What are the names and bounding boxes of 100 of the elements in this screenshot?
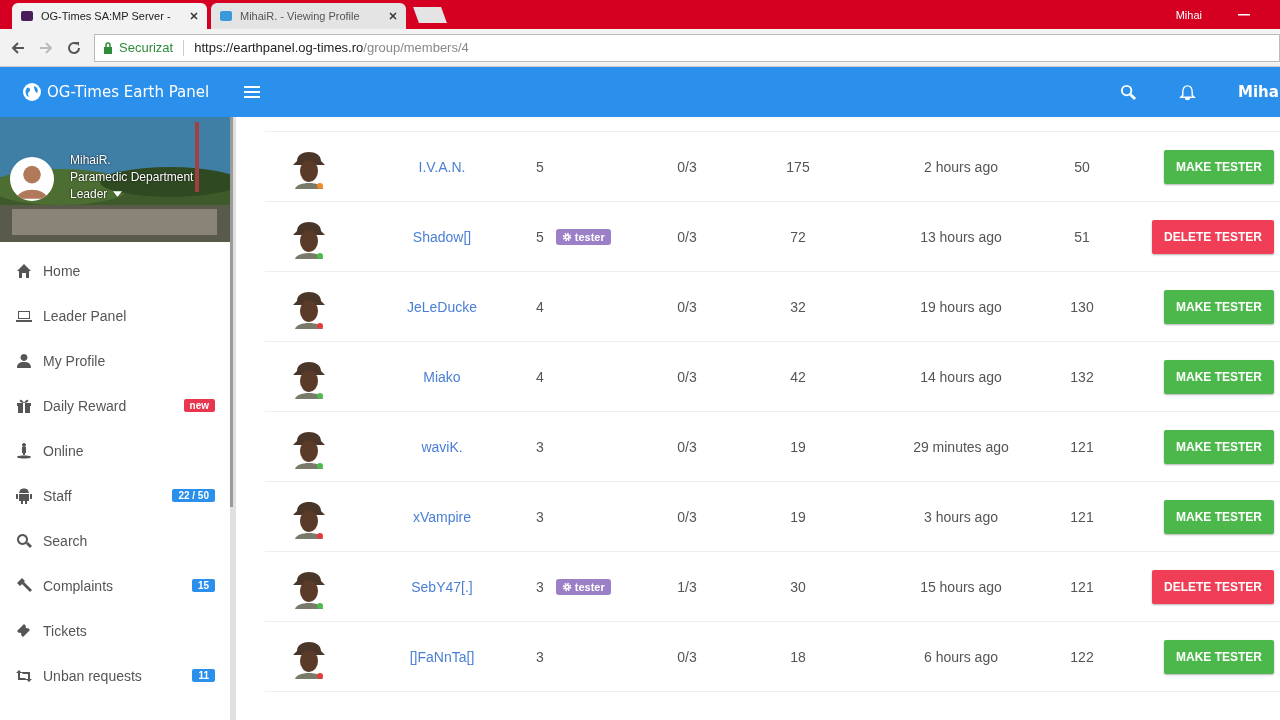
- warnings-text: 0/3: [677, 648, 697, 665]
- make-tester-button[interactable]: MAKE TESTER: [1164, 639, 1274, 674]
- member-name-link[interactable]: Shadow[]: [412, 228, 472, 245]
- close-icon[interactable]: [388, 11, 398, 21]
- gavel-icon: [15, 576, 33, 595]
- sidebar-item[interactable]: Staff 22 / 50: [0, 473, 230, 518]
- close-icon[interactable]: [189, 11, 199, 21]
- warnings-text: 0/3: [677, 228, 697, 245]
- menu-icon[interactable]: [243, 85, 262, 99]
- make-tester-button[interactable]: MAKE TESTER: [1164, 289, 1274, 324]
- level-text: 4: [536, 368, 544, 385]
- level-text: 3: [536, 648, 544, 665]
- last-seen-text: 13 hours ago: [920, 228, 1002, 245]
- table-cell: 121: [1070, 438, 1094, 455]
- sidebar-item[interactable]: My Profile: [0, 338, 230, 383]
- last-seen-text: 19 hours ago: [920, 298, 1002, 315]
- profile-group: Paramedic Department: [70, 170, 194, 184]
- gear-icon: [561, 581, 572, 592]
- count-badge: new: [183, 399, 215, 412]
- brand-logo[interactable]: OG-Times Earth Panel: [22, 82, 210, 102]
- table-cell: 19: [790, 438, 806, 455]
- count-badge: 11: [192, 669, 215, 682]
- warnings-text: 0/3: [677, 438, 697, 455]
- warnings-text: 0/3: [677, 158, 697, 175]
- warnings-text: 0/3: [677, 298, 697, 315]
- delete-tester-button[interactable]: DELETE TESTER: [1152, 219, 1274, 254]
- table-cell: 130: [1070, 298, 1094, 315]
- site-logo-icon: [20, 9, 34, 23]
- level-text: 4: [536, 298, 544, 315]
- search-icon[interactable]: [1120, 83, 1137, 101]
- table-cell: 121: [1070, 578, 1094, 595]
- table-cell: 50: [1074, 158, 1090, 175]
- member-name-link[interactable]: xVampire: [412, 508, 472, 525]
- address-bar[interactable]: Securizat https://earthpanel.og-times.ro/group/members/4: [94, 33, 1280, 62]
- table-cell: 30: [790, 578, 806, 595]
- sidebar-item[interactable]: Complaints 15: [0, 563, 230, 608]
- make-tester-button[interactable]: MAKE TESTER: [1164, 429, 1274, 464]
- table-cell: 32: [790, 298, 806, 315]
- search-icon: [15, 531, 33, 550]
- make-tester-button[interactable]: MAKE TESTER: [1164, 499, 1274, 534]
- reload-icon[interactable]: [66, 39, 82, 56]
- last-seen-text: 2 hours ago: [924, 158, 998, 175]
- last-seen-text: 15 hours ago: [920, 578, 1002, 595]
- member-name-link[interactable]: JeLeDucke: [406, 298, 477, 315]
- warnings-text: 1/3: [677, 578, 697, 595]
- warnings-text: 0/3: [677, 508, 697, 525]
- level-text: 5: [536, 158, 544, 175]
- warnings-text: 0/3: [677, 368, 697, 385]
- make-tester-button[interactable]: MAKE TESTER: [1164, 149, 1274, 184]
- table-cell: 132: [1070, 368, 1094, 385]
- last-seen-text: 29 minutes ago: [913, 438, 1009, 455]
- tester-badge: tester: [555, 578, 611, 595]
- delete-tester-button[interactable]: DELETE TESTER: [1152, 569, 1274, 604]
- browser-user[interactable]: Mihai: [1175, 8, 1202, 21]
- table-cell: 175: [786, 158, 810, 175]
- browser-tab[interactable]: MihaiR. - Viewing Profile: [211, 3, 406, 29]
- level-text: 3: [536, 438, 544, 455]
- ticket-icon: [15, 621, 33, 640]
- sidebar-item[interactable]: Online: [0, 428, 230, 473]
- make-tester-button[interactable]: MAKE TESTER: [1164, 359, 1274, 394]
- profile-name[interactable]: MihaiR.: [70, 153, 194, 167]
- table-cell: 18: [790, 648, 806, 665]
- count-badge: 22 / 50: [172, 489, 215, 502]
- level-text: 5: [536, 228, 544, 245]
- table-cell: 51: [1074, 228, 1090, 245]
- home-icon: [15, 261, 33, 280]
- sidebar-item[interactable]: Tickets: [0, 608, 230, 653]
- table-cell: 72: [790, 228, 806, 245]
- new-tab-button[interactable]: [413, 7, 447, 23]
- back-icon[interactable]: [10, 39, 26, 56]
- count-badge: 15: [191, 579, 215, 592]
- profile-rank-dropdown[interactable]: Leader: [70, 187, 194, 201]
- bell-icon[interactable]: [1179, 83, 1196, 101]
- site-logo-icon: [219, 9, 233, 23]
- last-seen-text: 14 hours ago: [920, 368, 1002, 385]
- tester-badge: tester: [555, 228, 611, 245]
- level-text: 3: [536, 508, 544, 525]
- member-name-link[interactable]: waviK.: [421, 438, 463, 455]
- member-name-link[interactable]: Miako: [423, 368, 461, 385]
- level-text: 3: [536, 578, 544, 595]
- member-name-link[interactable]: I.V.A.N.: [418, 158, 466, 175]
- member-name-link[interactable]: SebY47[.]: [411, 578, 473, 595]
- table-cell: 42: [790, 368, 806, 385]
- last-seen-text: 3 hours ago: [924, 508, 998, 525]
- gear-icon: [561, 231, 572, 242]
- sidebar-item[interactable]: Home: [0, 248, 230, 293]
- member-name-link[interactable]: []FaNnTa[]: [409, 648, 475, 665]
- sidebar-item[interactable]: Unban requests 11: [0, 653, 230, 698]
- table-cell: 19: [790, 508, 806, 525]
- online-icon: [15, 441, 33, 460]
- user-menu[interactable]: Mihai: [1238, 83, 1280, 101]
- table-cell: 121: [1070, 508, 1094, 525]
- sidebar-item[interactable]: Leader Panel: [0, 293, 230, 338]
- sidebar-item[interactable]: Daily Reward new: [0, 383, 230, 428]
- last-seen-text: 6 hours ago: [924, 648, 998, 665]
- user-icon: [15, 351, 33, 370]
- table-cell: 122: [1070, 648, 1094, 665]
- caret-icon: [113, 191, 123, 197]
- browser-tab[interactable]: OG-Times SA:MP Server -: [12, 3, 207, 29]
- sidebar-item[interactable]: Search: [0, 518, 230, 563]
